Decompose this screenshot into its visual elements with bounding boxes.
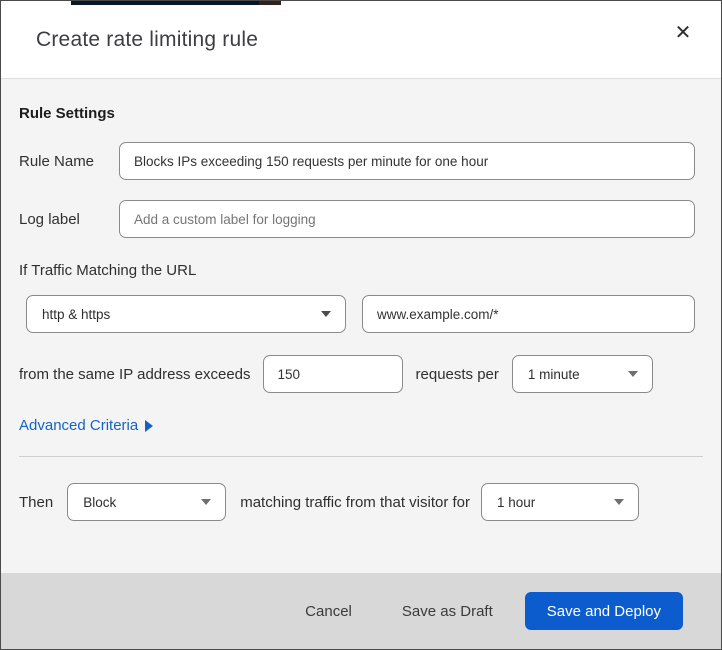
- chevron-down-icon: [627, 371, 638, 377]
- threshold-suffix-text: requests per: [415, 365, 499, 383]
- request-threshold-input[interactable]: [262, 355, 403, 393]
- log-label-row: Log label: [19, 200, 695, 238]
- save-and-deploy-button[interactable]: Save and Deploy: [524, 592, 683, 630]
- save-as-draft-button[interactable]: Save as Draft: [398, 595, 497, 628]
- chevron-right-icon: [145, 419, 154, 432]
- background-page-strip-navy: [71, 1, 259, 5]
- scheme-select-value: http & https: [42, 306, 111, 322]
- action-middle-text: matching traffic from that visitor for: [240, 493, 471, 511]
- log-label-input[interactable]: [119, 200, 695, 238]
- rule-name-label: Rule Name: [19, 152, 95, 170]
- period-select-value: 1 minute: [527, 366, 580, 382]
- advanced-criteria-link[interactable]: Advanced Criteria: [19, 417, 154, 434]
- threshold-row: from the same IP address exceeds request…: [19, 355, 695, 393]
- url-match-row: http & https: [26, 295, 695, 333]
- period-select[interactable]: 1 minute: [511, 355, 653, 393]
- rule-name-row: Rule Name: [19, 142, 695, 180]
- scheme-select[interactable]: http & https: [26, 295, 346, 333]
- threshold-prefix-text: from the same IP address exceeds: [19, 365, 251, 383]
- create-rate-limiting-rule-dialog: Create rate limiting rule ✕ Rule Setting…: [0, 0, 722, 650]
- chevron-down-icon: [614, 499, 625, 505]
- duration-select-value: 1 hour: [497, 494, 536, 510]
- duration-select[interactable]: 1 hour: [481, 483, 640, 521]
- chevron-down-icon: [201, 499, 212, 505]
- rule-name-input[interactable]: [119, 142, 695, 180]
- close-icon[interactable]: ✕: [669, 19, 697, 47]
- dialog-body: Rule Settings Rule Name Log label If Tra…: [1, 79, 721, 573]
- action-select[interactable]: Block: [67, 483, 227, 521]
- url-input[interactable]: [362, 295, 695, 333]
- traffic-match-intro: If Traffic Matching the URL: [19, 262, 197, 279]
- action-row: Then Block matching traffic from that vi…: [19, 483, 695, 521]
- then-label: Then: [19, 493, 54, 511]
- background-page-strip-maroon: [259, 1, 281, 5]
- advanced-criteria-label: Advanced Criteria: [19, 417, 139, 434]
- dialog-header: Create rate limiting rule ✕: [1, 1, 721, 79]
- section-divider: [19, 456, 703, 457]
- cancel-button[interactable]: Cancel: [301, 595, 356, 628]
- log-label-label: Log label: [19, 210, 80, 228]
- rule-settings-heading: Rule Settings: [19, 105, 115, 122]
- dialog-title: Create rate limiting rule: [36, 27, 259, 51]
- dialog-footer: Cancel Save as Draft Save and Deploy: [1, 573, 721, 649]
- chevron-down-icon: [321, 311, 331, 317]
- action-select-value: Block: [83, 494, 117, 510]
